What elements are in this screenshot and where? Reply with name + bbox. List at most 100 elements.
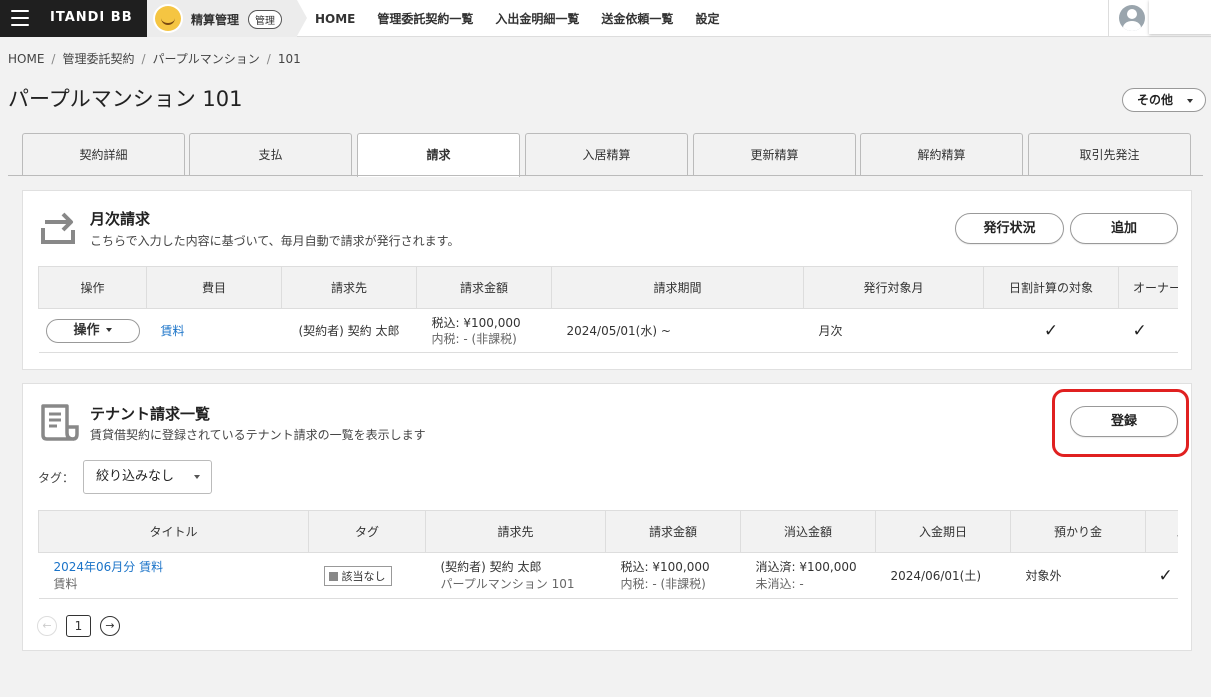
amount-cell: 税込: ¥100,000 内税: - (非課税) — [605, 552, 741, 599]
tab-vendor-order[interactable]: 取引先発注 — [1028, 133, 1191, 176]
tab-contract-details[interactable]: 契約詳細 — [22, 133, 185, 176]
tab-payment[interactable]: 支払 — [189, 133, 352, 176]
breadcrumb-home[interactable]: HOME — [8, 52, 44, 66]
next-page-icon[interactable]: → — [100, 616, 120, 636]
column-header: 請求金額 — [605, 510, 741, 553]
column-header: タイトル — [38, 510, 309, 553]
product-switcher[interactable]: 精算管理 管理 — [147, 0, 297, 37]
period-cell: 2024/05/01(水) ~ — [551, 308, 804, 353]
column-header: 入金期日 — [875, 510, 1011, 553]
tenant-billing-table: タイトル タグ 請求先 請求金額 消込金額 入金期日 預かり金 ス 2024年0… — [38, 510, 1178, 599]
billing-subtitle: 賃料 — [53, 576, 78, 591]
page-number-current[interactable]: 1 — [66, 615, 91, 637]
add-monthly-button[interactable]: 追加 — [1070, 213, 1178, 244]
monthly-billing-description: こちらで入力した内容に基づいて、毎月自動で請求が発行されます。 — [90, 234, 460, 248]
billing-title-link[interactable]: 2024年06月分 賃料 — [54, 559, 309, 576]
tenant-billing-table-wrap: タイトル タグ 請求先 請求金額 消込金額 入金期日 預かり金 ス 2024年0… — [38, 510, 1178, 602]
column-header: タグ — [308, 510, 426, 553]
top-navigation-bar: ITANDI BB 精算管理 管理 HOME 管理委託契約一覧 入出金明細一覧 … — [0, 0, 1211, 37]
ops-dropdown-button[interactable]: 操作 — [45, 318, 140, 343]
tab-renewal-settlement[interactable]: 更新精算 — [693, 133, 856, 176]
amount-sub: 内税: - (非課税) — [431, 331, 517, 346]
column-header: 預かり金 — [1010, 510, 1146, 553]
amount-cell: 税込: ¥100,000 内税: - (非課税) — [416, 308, 552, 353]
tabs-divider — [8, 175, 1203, 176]
checkmark-icon: ✓ — [1043, 320, 1059, 341]
monthly-billing-card: 月次請求 こちらで入力した内容に基づいて、毎月自動で請求が発行されます。 発行状… — [22, 190, 1192, 370]
item-link[interactable]: 賃料 — [161, 324, 185, 338]
breadcrumb-separator: / — [141, 52, 146, 66]
deposit-cell: 対象外 — [1010, 552, 1146, 599]
billing-to-sub: パープルマンション 101 — [440, 576, 575, 591]
column-header: 発行対象月 — [803, 266, 984, 309]
tag-color-swatch — [328, 571, 338, 581]
prorate-cell: ✓ — [983, 308, 1119, 353]
billing-to-cell: (契約者) 契約 太郎 — [281, 308, 417, 353]
breadcrumb-room: 101 — [277, 52, 301, 66]
tab-billing[interactable]: 請求 — [357, 133, 520, 177]
tenant-billing-card: テナント請求一覧 賃貸借契約に登録されているテナント請求の一覧を表示します 登録… — [22, 383, 1192, 651]
nav-remittance-requests[interactable]: 送金依頼一覧 — [601, 10, 673, 27]
issue-status-button[interactable]: 発行状況 — [955, 213, 1064, 244]
recurring-icon — [41, 212, 75, 244]
amount-main: 税込: ¥100,000 — [431, 315, 521, 330]
column-header: 請求先 — [425, 510, 606, 553]
nav-management-contracts[interactable]: 管理委託契約一覧 — [377, 10, 473, 27]
tag-filter-select[interactable]: 絞り込みなし — [83, 460, 212, 494]
checkmark-icon: ✓ — [1132, 320, 1147, 341]
tenant-billing-description: 賃貸借契約に登録されているテナント請求の一覧を表示します — [90, 428, 426, 442]
ops-label: 操作 — [73, 322, 100, 338]
table-row: 2024年06月分 賃料 賃料 該当なし (契約者) 契約 太郎 パープルマンシ… — [38, 552, 1178, 599]
table-header-row: タイトル タグ 請求先 請求金額 消込金額 入金期日 預かり金 ス — [38, 510, 1178, 553]
title-cell: 2024年06月分 賃料 賃料 — [38, 552, 309, 599]
caret-down-icon — [1187, 99, 1193, 103]
tag-filter-label: タグ： — [38, 471, 75, 485]
product-name: 精算管理 — [191, 13, 240, 27]
billing-to-cell: (契約者) 契約 太郎 パープルマンション 101 — [425, 552, 606, 599]
tab-move-in-settlement[interactable]: 入居精算 — [525, 133, 688, 176]
brand-logo[interactable]: ITANDI BB — [50, 10, 133, 25]
monthly-billing-title: 月次請求 — [90, 210, 151, 228]
other-actions-label: その他 — [1137, 93, 1174, 107]
other-actions-dropdown[interactable]: その他 — [1122, 88, 1206, 112]
tag-label: 該当なし — [341, 569, 386, 583]
due-date-cell: 2024/06/01(土) — [875, 552, 1011, 599]
column-header: 消込金額 — [740, 510, 876, 553]
hamburger-menu-icon[interactable] — [11, 10, 29, 26]
caret-down-icon — [194, 475, 200, 479]
amount-main: 税込: ¥100,000 — [620, 559, 710, 574]
column-header: 請求金額 — [416, 266, 552, 309]
prev-page-icon[interactable]: ← — [37, 616, 57, 636]
breadcrumb: HOME / 管理委託契約 / パープルマンション / 101 — [8, 50, 301, 67]
nav-home[interactable]: HOME — [315, 12, 355, 26]
column-header: 請求期間 — [551, 266, 804, 309]
table-header-row: 操作 費目 請求先 請求金額 請求期間 発行対象月 日割計算の対象 オーナー — [38, 266, 1178, 309]
checkmark-icon: ✓ — [1158, 565, 1173, 586]
monthly-billing-table-wrap: 操作 費目 請求先 請求金額 請求期間 発行対象月 日割計算の対象 オーナー 操… — [38, 266, 1178, 356]
column-header: オーナー — [1118, 266, 1178, 309]
breadcrumb-property[interactable]: パープルマンション — [153, 52, 260, 66]
breadcrumb-management-contract[interactable]: 管理委託契約 — [62, 52, 134, 66]
cleared-sub: 未消込: - — [755, 576, 804, 591]
brand-area: ITANDI BB — [0, 0, 147, 37]
tab-cancellation-settlement[interactable]: 解約精算 — [860, 133, 1023, 176]
user-area — [1108, 0, 1211, 37]
user-menu-box[interactable] — [1149, 0, 1211, 34]
column-header: 請求先 — [281, 266, 417, 309]
table-row: 操作 賃料 (契約者) 契約 太郎 税込: ¥100,000 内税: - (非課… — [38, 308, 1178, 353]
monthly-billing-table: 操作 費目 請求先 請求金額 請求期間 発行対象月 日割計算の対象 オーナー 操… — [38, 266, 1178, 353]
nav-settings[interactable]: 設定 — [695, 10, 719, 27]
user-avatar-icon[interactable] — [1119, 5, 1145, 31]
main-nav: HOME 管理委託契約一覧 入出金明細一覧 送金依頼一覧 設定 — [315, 0, 741, 37]
nav-transactions[interactable]: 入出金明細一覧 — [495, 10, 579, 27]
target-month-cell: 月次 — [803, 308, 984, 353]
column-header: ス — [1145, 510, 1178, 553]
document-icon — [41, 404, 79, 441]
status-cell: ✓ — [1145, 552, 1178, 599]
cleared-main: 消込済: ¥100,000 — [755, 559, 857, 574]
register-highlight-outline — [1052, 389, 1189, 457]
billing-to-main: (契約者) 契約 太郎 — [440, 559, 542, 574]
column-header: 費目 — [146, 266, 282, 309]
product-badge: 管理 — [248, 10, 282, 29]
tag-cell: 該当なし — [308, 552, 426, 599]
